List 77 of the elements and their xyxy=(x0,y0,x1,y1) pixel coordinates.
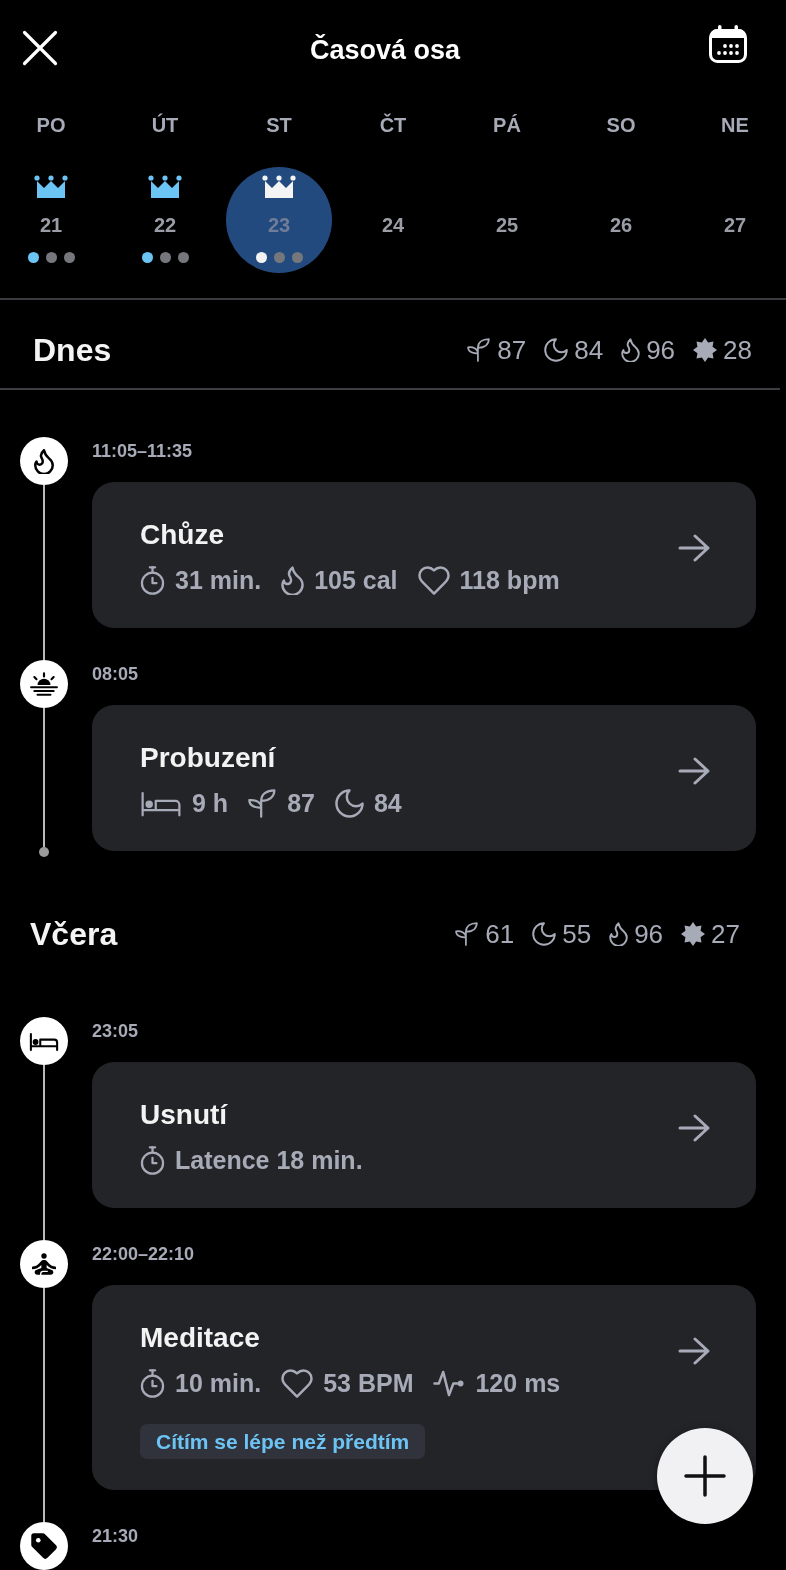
event-card[interactable]: Usnutí Latence 18 min. xyxy=(92,1062,756,1208)
screen-title: Časová osa xyxy=(309,33,461,67)
weekday-label: PÁ xyxy=(493,113,521,138)
metric-value: 84 xyxy=(373,788,402,818)
arrow-right-icon xyxy=(678,1114,710,1142)
stat-value: 96 xyxy=(634,919,664,949)
event-card[interactable]: Meditace 10 min. 53 BPM 120 ms Cítím se lépe než předtím xyxy=(92,1285,756,1490)
timer-icon xyxy=(140,1368,165,1398)
weekday-label: PO xyxy=(36,113,66,138)
day-button[interactable]: 22 xyxy=(112,167,218,273)
close-icon[interactable] xyxy=(22,30,58,66)
stat-value: 55 xyxy=(562,919,592,949)
sprout-icon xyxy=(248,788,278,818)
mood-tag: Cítím se lépe než předtím xyxy=(140,1424,426,1459)
day-button[interactable]: 27 xyxy=(682,167,786,273)
calendar-icon[interactable] xyxy=(708,24,748,64)
event-title: Chůze xyxy=(140,518,224,552)
sprout-icon xyxy=(455,922,480,946)
timer-icon xyxy=(140,565,165,595)
event-time: 11:05–11:35 xyxy=(92,440,194,463)
flame-icon xyxy=(20,437,68,485)
day-button[interactable]: 24 xyxy=(340,167,446,273)
event-title: Meditace xyxy=(140,1321,260,1355)
sunrise-icon xyxy=(20,660,68,708)
timer-icon xyxy=(140,1145,165,1175)
stat-value: 27 xyxy=(711,919,740,949)
heart-icon xyxy=(417,565,450,595)
metric-value: 87 xyxy=(287,788,315,818)
metric-value: 31 min. xyxy=(175,565,262,595)
stat-value: 61 xyxy=(485,919,515,949)
section-title: Dnes xyxy=(33,333,112,367)
metric-value: 120 ms xyxy=(475,1368,561,1398)
event-time: 22:00–22:10 xyxy=(92,1243,196,1266)
weekday-label: NE xyxy=(721,113,749,138)
timeline-end-dot-icon xyxy=(39,847,49,857)
flame-icon xyxy=(281,565,305,595)
event-card[interactable]: Chůze 31 min. 105 cal 118 bpm xyxy=(92,482,756,628)
arrow-right-icon xyxy=(678,1337,710,1365)
day-button[interactable]: 21 xyxy=(0,167,104,273)
metric-value: Latence 18 min. xyxy=(175,1145,363,1175)
weekday-label: ČT xyxy=(379,112,407,138)
star-icon xyxy=(681,922,706,946)
moon-icon xyxy=(334,788,364,818)
event-time: 23:05 xyxy=(92,1020,140,1043)
moon-icon xyxy=(544,338,569,362)
stat-value: 96 xyxy=(646,335,676,365)
stat-value: 28 xyxy=(723,335,752,365)
arrow-right-icon xyxy=(678,757,710,785)
metric-value: 9 h xyxy=(192,788,229,818)
arrow-right-icon xyxy=(678,534,710,562)
meditation-icon xyxy=(20,1240,68,1288)
weekday-label: ST xyxy=(266,113,292,138)
event-time: 21:30 xyxy=(92,1525,140,1548)
bed-icon xyxy=(20,1017,68,1065)
metric-value: 10 min. xyxy=(175,1368,262,1398)
stat-value: 84 xyxy=(574,335,604,365)
event-title: Usnutí xyxy=(140,1098,228,1132)
sprout-icon xyxy=(467,338,492,362)
heart-icon xyxy=(281,1368,314,1398)
weekday-label: ÚT xyxy=(151,112,179,138)
section-title: Včera xyxy=(30,917,118,951)
flame-icon xyxy=(609,922,629,946)
day-button[interactable]: 25 xyxy=(454,167,560,273)
metric-value: 105 cal xyxy=(314,565,398,595)
day-button[interactable]: 26 xyxy=(568,167,674,273)
event-time: 08:05 xyxy=(92,663,140,686)
plus-icon xyxy=(684,1455,726,1497)
flame-icon xyxy=(621,338,641,362)
moon-icon xyxy=(532,922,557,946)
metric-value: 53 BPM xyxy=(323,1368,414,1398)
metric-value: 118 bpm xyxy=(459,565,560,595)
stat-value: 87 xyxy=(497,335,527,365)
weekday-label: SO xyxy=(606,113,636,138)
star-icon xyxy=(693,338,718,362)
event-card[interactable]: Probuzení 9 h 87 84 xyxy=(92,705,756,851)
pulse-icon xyxy=(433,1368,466,1398)
event-title: Probuzení xyxy=(140,741,276,775)
